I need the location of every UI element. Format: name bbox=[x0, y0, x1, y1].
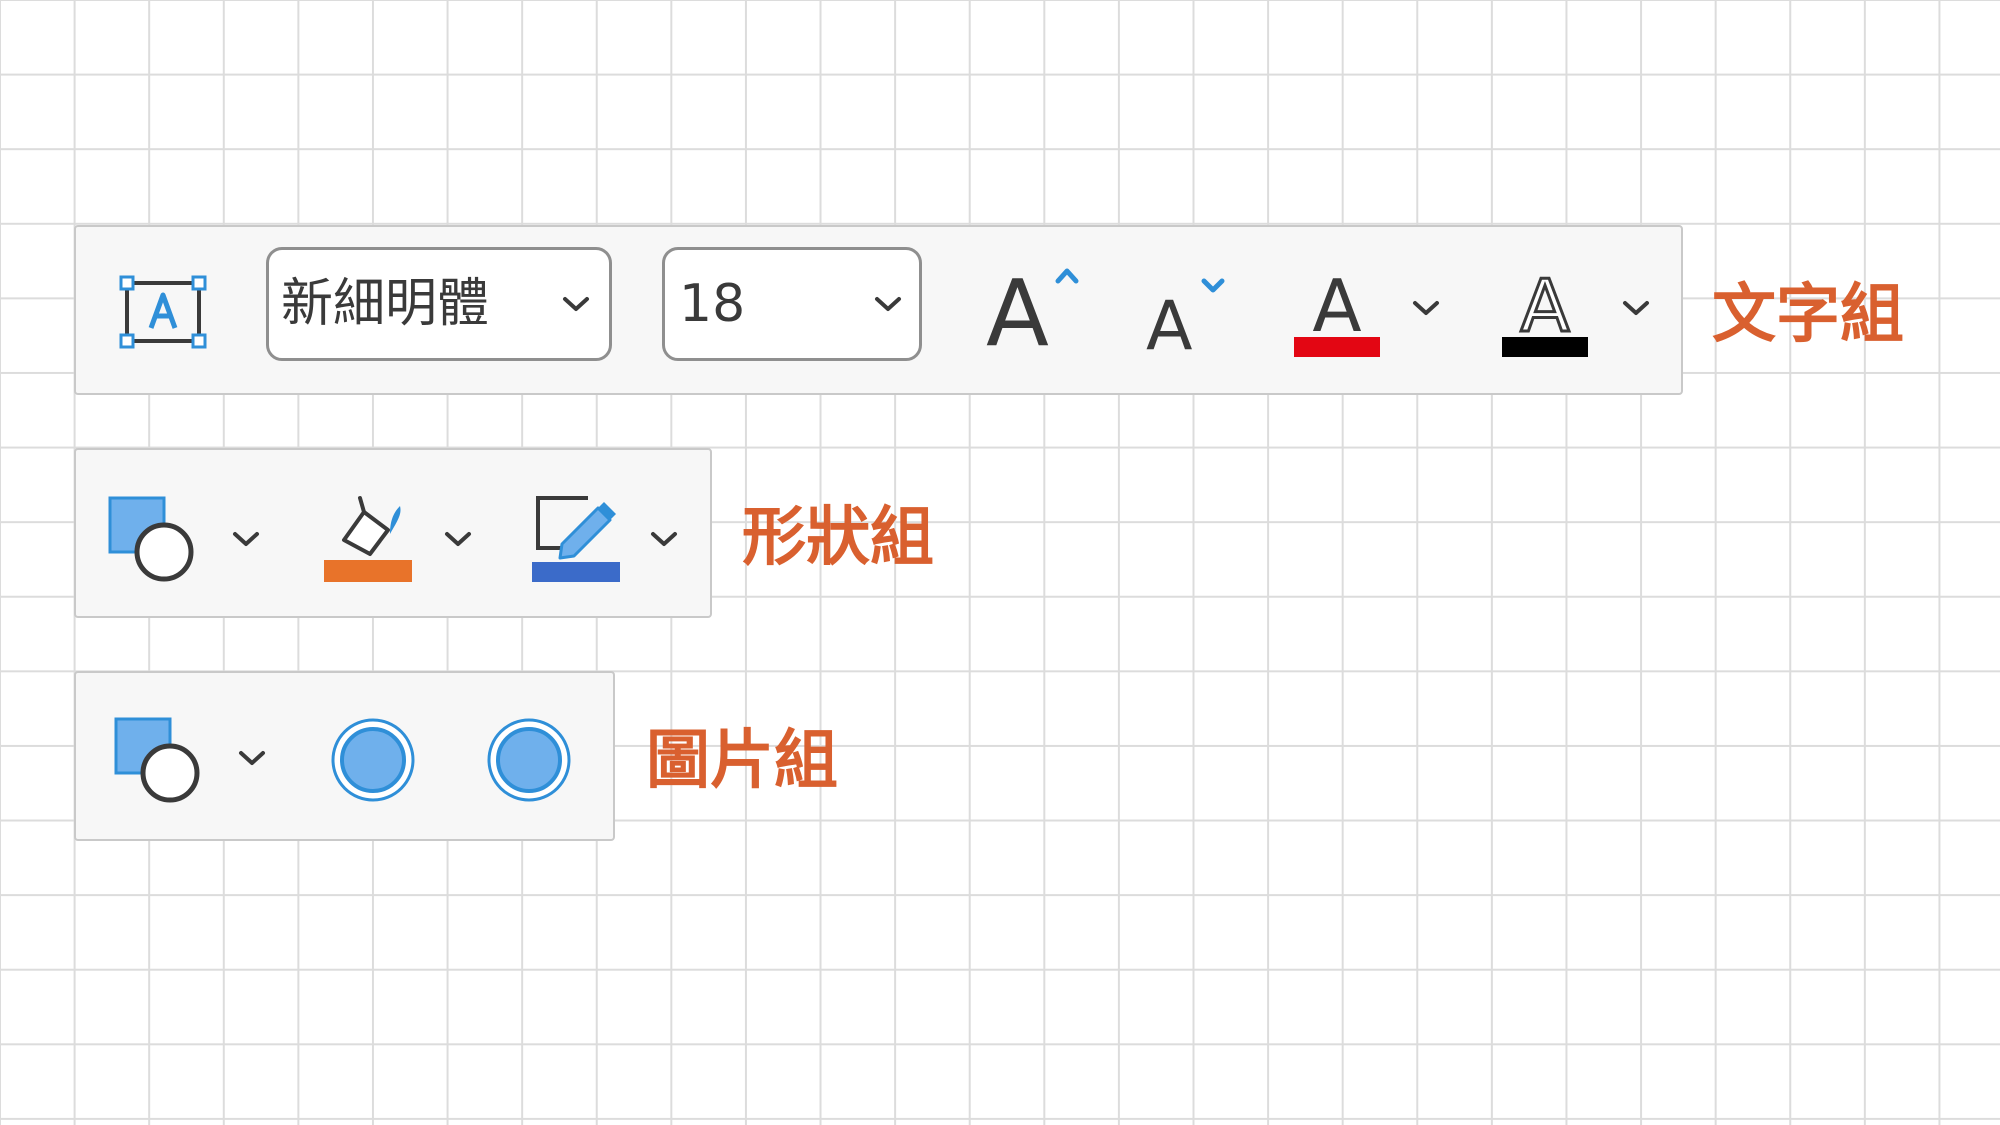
shape-outline-chevron-icon bbox=[651, 532, 677, 546]
shape-group-label: 形狀組 bbox=[742, 501, 934, 575]
font-size-value: 18 bbox=[679, 274, 746, 334]
shape-outline-dropdown[interactable] bbox=[644, 524, 684, 554]
font-size-select[interactable]: 18 bbox=[662, 247, 922, 361]
fill-bucket-icon bbox=[324, 496, 412, 582]
shrink-font-icon: A bbox=[1146, 278, 1225, 357]
pen-outline-icon bbox=[532, 496, 620, 582]
font-color-chevron-icon bbox=[1413, 301, 1439, 315]
picture-preset-2-button[interactable] bbox=[486, 717, 572, 803]
text-outline-icon: A bbox=[1502, 265, 1588, 357]
font-color-glyph: A bbox=[1312, 265, 1361, 348]
font-name-select[interactable]: 新細明體 bbox=[266, 247, 612, 361]
text-box-icon bbox=[119, 275, 207, 349]
text-outline-chevron-icon bbox=[1623, 301, 1649, 315]
text-outline-glyph: A bbox=[1520, 265, 1569, 348]
shrink-font-button[interactable]: A bbox=[1146, 267, 1236, 357]
shape-fill-button[interactable] bbox=[324, 490, 414, 582]
text-box-button[interactable] bbox=[118, 274, 208, 350]
font-color-dropdown[interactable] bbox=[1406, 293, 1446, 323]
font-name-value: 新細明體 bbox=[281, 274, 490, 334]
picture-group-label: 圖片組 bbox=[646, 724, 838, 798]
shape-fill-dropdown[interactable] bbox=[438, 524, 478, 554]
shape-style-button[interactable] bbox=[106, 494, 196, 584]
circle-preset-icon bbox=[331, 718, 415, 802]
picture-style-icon bbox=[114, 717, 200, 803]
picture-style-button[interactable] bbox=[112, 715, 202, 805]
shape-fill-swatch bbox=[324, 560, 412, 582]
grow-font-glyph: A bbox=[986, 260, 1049, 357]
shape-fill-chevron-icon bbox=[445, 532, 471, 546]
picture-group-toolbar bbox=[74, 671, 615, 841]
circle-preset-icon bbox=[487, 718, 571, 802]
text-outline-button[interactable]: A bbox=[1500, 265, 1590, 357]
grow-font-button[interactable]: A bbox=[984, 257, 1084, 357]
shape-outline-button[interactable] bbox=[532, 490, 622, 582]
grow-font-icon: A bbox=[986, 260, 1079, 357]
shape-style-chevron-icon bbox=[233, 532, 259, 546]
text-outline-dropdown[interactable] bbox=[1616, 293, 1656, 323]
shape-style-dropdown[interactable] bbox=[226, 524, 266, 554]
picture-style-chevron-icon bbox=[239, 751, 265, 765]
font-color-button[interactable]: A bbox=[1292, 265, 1382, 357]
text-outline-swatch bbox=[1502, 337, 1588, 357]
shape-group-toolbar bbox=[74, 448, 712, 618]
picture-style-dropdown[interactable] bbox=[232, 743, 272, 773]
font-color-swatch bbox=[1294, 337, 1380, 357]
font-color-icon: A bbox=[1294, 265, 1380, 357]
shrink-font-glyph: A bbox=[1146, 287, 1193, 357]
size-dropdown-chevron-icon bbox=[875, 297, 901, 311]
shape-outline-swatch bbox=[532, 562, 620, 582]
font-dropdown-chevron-icon bbox=[563, 297, 589, 311]
text-group-label: 文字組 bbox=[1712, 278, 1904, 352]
picture-preset-1-button[interactable] bbox=[330, 717, 416, 803]
text-group-toolbar: 新細明體 18 A A A A bbox=[74, 225, 1683, 395]
shape-style-icon bbox=[108, 496, 194, 582]
